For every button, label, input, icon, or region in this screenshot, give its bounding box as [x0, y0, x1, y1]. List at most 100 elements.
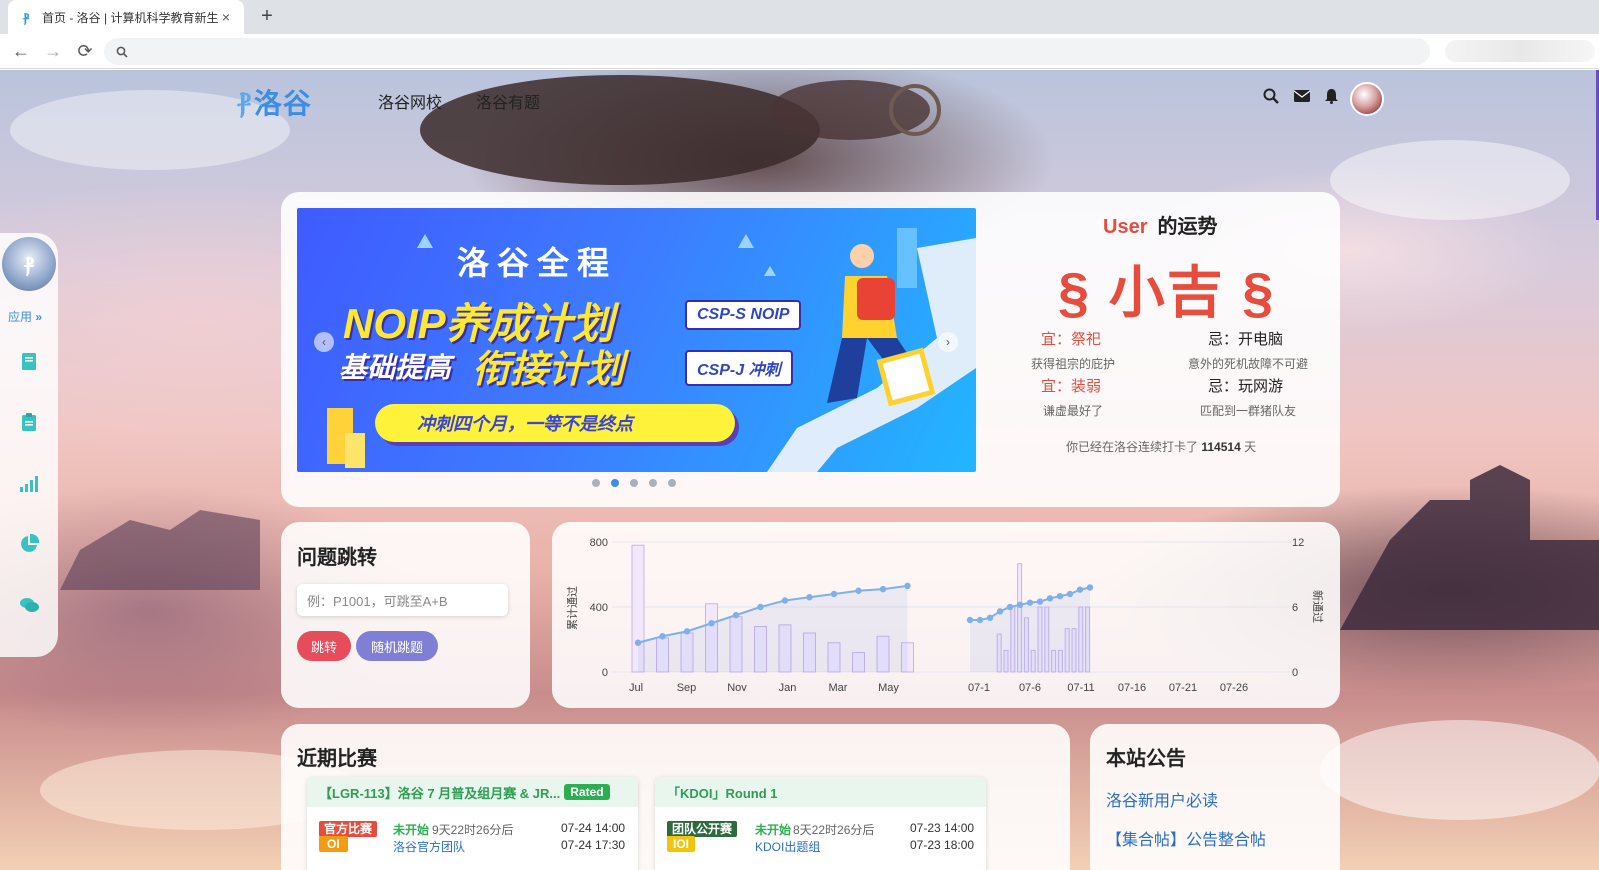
- search-icon: [116, 46, 128, 58]
- chart-point: [1026, 599, 1034, 606]
- chart-point: [1056, 592, 1064, 600]
- x-tick-label: 07-1: [968, 682, 990, 694]
- notice-link[interactable]: 【集合帖】公告整合帖: [1106, 826, 1266, 850]
- y-tick-label: 12: [1292, 537, 1304, 549]
- forward-button[interactable]: →: [42, 40, 64, 62]
- browser-tab[interactable]: ⳁ 首页 - 洛谷 | 计算机科学教育新生 ×: [8, 0, 244, 34]
- nav-link-wangxiao[interactable]: 洛谷网校: [378, 89, 442, 113]
- bell-icon[interactable]: [1324, 88, 1339, 104]
- chart-point: [1076, 586, 1084, 593]
- rated-badge: Rated: [564, 784, 610, 800]
- x-tick-label: Mar: [829, 682, 848, 694]
- left-sidebar: ⳁ 应用 »: [0, 233, 58, 657]
- checkin-streak: 你已经在洛谷连续打卡了 114514 天: [1066, 438, 1256, 455]
- promo-banner[interactable]: 洛谷全程 NOIP养成计划 CSP-S NOIP 基础提高 衔接计划 CSP-J…: [297, 208, 976, 472]
- chart-point: [1016, 601, 1024, 609]
- contest-host[interactable]: KDOI出题组: [755, 838, 820, 855]
- pie-chart-icon[interactable]: [18, 533, 40, 555]
- sidebar-app-label: 应用: [8, 310, 33, 324]
- x-tick-label: Nov: [727, 682, 747, 694]
- carousel-dot[interactable]: [611, 479, 619, 487]
- sidebar-avatar[interactable]: ⳁ: [2, 237, 56, 291]
- chart-point: [830, 590, 838, 598]
- carousel-dot[interactable]: [668, 479, 676, 487]
- contest-card[interactable]: 「KDOI」Round 1 团队公开赛 未开始 8天22时26分后 07-23 …: [655, 777, 986, 870]
- x-tick-label: 07-16: [1118, 682, 1146, 694]
- carousel-dot[interactable]: [649, 479, 657, 487]
- contest-rule-tag: IOI: [667, 836, 696, 852]
- checkin-suffix: 天: [1244, 440, 1257, 454]
- contest-header: 【LGR-113】洛谷 7 月普及组月赛 & JR... Rated: [307, 777, 638, 807]
- carousel-next-button[interactable]: ›: [938, 332, 958, 352]
- contest-card[interactable]: 【LGR-113】洛谷 7 月普及组月赛 & JR... Rated 官方比赛 …: [307, 777, 638, 870]
- browser-toolbar: ← → ⟳: [0, 34, 1599, 69]
- signal-icon[interactable]: [18, 472, 40, 494]
- chart-point: [986, 614, 994, 622]
- contest-countdown: 8天22时26分后: [793, 823, 875, 837]
- contest-tag-row: 团队公开赛: [667, 820, 738, 837]
- contest-name[interactable]: 【LGR-113】洛谷 7 月普及组月赛 & JR...: [319, 783, 560, 802]
- x-tick-label: Jan: [779, 682, 797, 694]
- fortune-username[interactable]: User: [1103, 216, 1147, 238]
- banner-tag-cspj: CSP-J 冲刺: [685, 350, 793, 386]
- chart-point: [996, 608, 1004, 615]
- problem-jump-input[interactable]: 例：P1001，可跳至A+B: [297, 584, 508, 616]
- reload-button[interactable]: ⟳: [74, 40, 96, 62]
- clipboard-icon[interactable]: [18, 411, 40, 433]
- back-button[interactable]: ←: [10, 40, 32, 62]
- y-tick-label: 400: [590, 602, 608, 614]
- chart-point: [966, 616, 974, 624]
- chat-icon[interactable]: [18, 594, 40, 616]
- chart-point: [1036, 598, 1044, 605]
- new-tab-button[interactable]: +: [255, 4, 279, 28]
- checkin-prefix: 你已经在洛谷连续打卡了: [1066, 440, 1199, 454]
- fortune-good-2: 宜：装弱: [1041, 378, 1102, 395]
- chart-point: [1086, 584, 1094, 591]
- address-bar[interactable]: [104, 38, 1430, 65]
- y-tick-label: 0: [1292, 667, 1298, 679]
- book-icon[interactable]: [18, 350, 40, 372]
- chart-point: [904, 582, 911, 590]
- chart-point: [855, 587, 862, 594]
- x-tick-label: May: [878, 682, 899, 694]
- fortune-bad-2: 忌：玩网游: [1208, 378, 1284, 395]
- problem-jump-title: 问题跳转: [297, 547, 377, 569]
- fortune-good-2-sub: 谦虚最好了: [1043, 404, 1104, 418]
- contest-rule-tag: OI: [319, 836, 348, 852]
- search-icon[interactable]: [1263, 88, 1279, 104]
- contest-header: 「KDOI」Round 1: [655, 777, 986, 807]
- random-problem-button[interactable]: 随机跳题: [356, 631, 438, 661]
- contest-end: 07-23 18:00: [910, 838, 975, 852]
- mail-icon[interactable]: [1294, 90, 1310, 102]
- chart-point: [1006, 603, 1014, 611]
- chart-point: [781, 597, 789, 604]
- luogu-favicon-icon: ⳁ: [22, 8, 30, 25]
- y-tick-label: 6: [1292, 602, 1298, 614]
- user-avatar[interactable]: [1350, 82, 1384, 116]
- sidebar-app-link[interactable]: 应用 »: [8, 308, 42, 325]
- contest-host[interactable]: 洛谷官方团队: [393, 838, 465, 855]
- carousel-dot[interactable]: [592, 479, 600, 487]
- tab-title: 首页 - 洛谷 | 计算机科学教育新生: [42, 10, 218, 25]
- contest-rule-row: OI: [319, 836, 348, 852]
- notice-link[interactable]: 洛谷新用户必读: [1106, 787, 1218, 811]
- fortune-bad-1-sub: 意外的死机故障不可避: [1188, 357, 1309, 371]
- fortune-bad-2-sub: 匹配到一群猪队友: [1200, 404, 1297, 418]
- browser-tabstrip: ⳁ 首页 - 洛谷 | 计算机科学教育新生 × +: [0, 0, 1599, 34]
- nav-link-youti[interactable]: 洛谷有题: [476, 89, 540, 113]
- notices-title: 本站公告: [1106, 748, 1186, 770]
- site-logo[interactable]: ⳁ 洛谷: [237, 82, 312, 122]
- contest-status: 未开始: [393, 823, 430, 837]
- jump-button[interactable]: 跳转: [297, 631, 351, 661]
- carousel-dot[interactable]: [630, 479, 638, 487]
- carousel-prev-button[interactable]: ‹: [314, 332, 334, 352]
- x-tick-label: Jul: [629, 682, 643, 694]
- contest-start: 07-24 14:00: [561, 821, 626, 835]
- chart-point: [879, 585, 887, 593]
- tab-close-icon[interactable]: ×: [218, 9, 234, 25]
- chart-point: [708, 620, 715, 627]
- fortune-good-1: 宜：祭祀: [1041, 331, 1102, 348]
- contest-rule-row: IOI: [667, 836, 696, 852]
- contest-start: 07-23 14:00: [910, 821, 975, 835]
- contest-name[interactable]: 「KDOI」Round 1: [667, 783, 778, 802]
